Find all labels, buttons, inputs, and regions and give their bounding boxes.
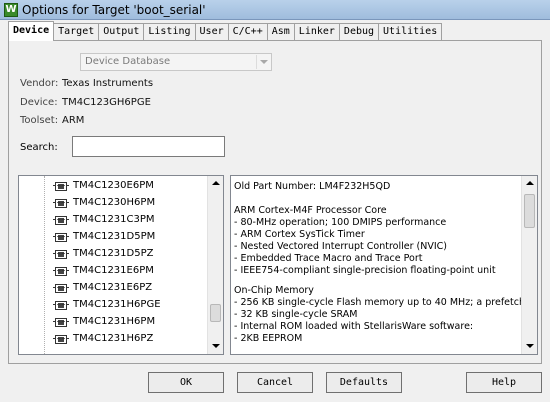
- tab-target[interactable]: Target: [53, 23, 100, 41]
- chip-icon: [53, 318, 69, 327]
- scrollbar-thumb[interactable]: [210, 304, 221, 322]
- tree-item[interactable]: TM4C1231C3PM: [53, 213, 205, 229]
- vendor-label: Vendor:: [20, 78, 59, 89]
- tab-device[interactable]: Device: [8, 21, 55, 41]
- tree-item[interactable]: TM4C1231H6PGE: [53, 298, 205, 314]
- description-line: - 80-MHz operation; 100 DMIPS performanc…: [234, 217, 447, 228]
- description-line: ARM Cortex-M4F Processor Core: [234, 205, 387, 216]
- ok-button[interactable]: OK: [148, 372, 224, 393]
- description-line: - IEEE754-compliant single-precision flo…: [234, 265, 496, 276]
- tree-item-label: TM4C1231C3PM: [73, 214, 155, 225]
- keil-uvision-icon: W: [4, 3, 18, 17]
- chip-icon: [53, 267, 69, 276]
- title-bar[interactable]: W Options for Target 'boot_serial': [0, 0, 550, 20]
- description-line: - Internal ROM loaded with StellarisWare…: [234, 321, 474, 332]
- scrollbar-thumb[interactable]: [524, 194, 535, 228]
- device-value: TM4C123GH6PGE: [62, 97, 151, 108]
- chip-icon: [53, 233, 69, 242]
- tree-item[interactable]: TM4C1231D5PZ: [53, 247, 205, 263]
- tree-item[interactable]: TM4C1231D5PM: [53, 230, 205, 246]
- tree-item-label: TM4C1230E6PM: [73, 180, 154, 191]
- chip-icon: [53, 216, 69, 225]
- description-line: - 32 KB single-cycle SRAM: [234, 309, 358, 320]
- tab-utilities[interactable]: Utilities: [378, 23, 443, 41]
- device-tree[interactable]: TM4C1230E6PM TM4C1230H6PM TM4C1231C3PM T…: [18, 175, 224, 355]
- chevron-down-icon[interactable]: [256, 55, 270, 69]
- device-label: Device:: [20, 97, 58, 108]
- description-line: - Nested Vectored Interrupt Controller (…: [234, 241, 447, 252]
- scroll-down-arrow-icon[interactable]: [522, 339, 537, 354]
- scroll-down-arrow-icon[interactable]: [208, 339, 223, 354]
- search-input[interactable]: [72, 136, 225, 157]
- tree-item[interactable]: TM4C1231H6PZ: [53, 332, 205, 348]
- scroll-up-arrow-icon[interactable]: [208, 176, 223, 191]
- search-label: Search:: [20, 142, 58, 153]
- device-tree-scrollbar[interactable]: [207, 176, 223, 354]
- device-description-box[interactable]: Old Part Number: LM4F232H5QD ARM Cortex-…: [230, 175, 538, 355]
- tab-listing[interactable]: Listing: [143, 23, 196, 41]
- tab-linker[interactable]: Linker: [293, 23, 340, 41]
- tab-user[interactable]: User: [194, 23, 229, 41]
- help-button[interactable]: Help: [466, 372, 542, 393]
- vendor-value: Texas Instruments: [62, 78, 154, 89]
- toolset-value: ARM: [62, 115, 85, 126]
- tab-c-cpp[interactable]: C/C++: [227, 23, 268, 41]
- tree-item[interactable]: TM4C1231E6PM: [53, 264, 205, 280]
- tree-item-label: TM4C1231E6PM: [73, 265, 154, 276]
- toolset-label: Toolset:: [20, 115, 59, 126]
- tree-guide-line: [44, 176, 45, 354]
- tree-item[interactable]: TM4C1231E6PZ: [53, 281, 205, 297]
- tree-item-label: TM4C1231H6PGE: [73, 299, 161, 310]
- tree-item[interactable]: TM4C1230E6PM: [53, 179, 205, 195]
- tree-item-label: TM4C1230H6PM: [73, 197, 156, 208]
- tab-debug[interactable]: Debug: [338, 23, 380, 41]
- tree-item-label: TM4C1231E6PZ: [73, 282, 153, 293]
- chip-icon: [53, 182, 69, 191]
- window-title: Options for Target 'boot_serial': [22, 3, 206, 17]
- chip-icon: [53, 250, 69, 259]
- chip-icon: [53, 199, 69, 208]
- description-scrollbar[interactable]: [521, 176, 537, 354]
- tree-item[interactable]: TM4C1230H6PM: [53, 196, 205, 212]
- defaults-button[interactable]: Defaults: [326, 372, 402, 393]
- tab-output[interactable]: Output: [98, 23, 145, 41]
- chip-icon: [53, 301, 69, 310]
- chip-icon: [53, 284, 69, 293]
- description-line: On-Chip Memory: [234, 285, 314, 296]
- tab-asm[interactable]: Asm: [266, 23, 295, 41]
- description-line: - Embedded Trace Macro and Trace Port: [234, 253, 423, 264]
- chip-icon: [53, 335, 69, 344]
- tree-item-label: TM4C1231D5PZ: [73, 248, 154, 259]
- tree-item-label: TM4C1231H6PM: [73, 316, 156, 327]
- description-line: - 2KB EEPROM: [234, 333, 303, 344]
- description-line: Old Part Number: LM4F232H5QD: [234, 181, 391, 192]
- scroll-up-arrow-icon[interactable]: [522, 176, 537, 191]
- description-line: - 256 KB single-cycle Flash memory up to…: [234, 297, 538, 308]
- tree-item-label: TM4C1231D5PM: [73, 231, 156, 242]
- cancel-button[interactable]: Cancel: [237, 372, 313, 393]
- tree-item[interactable]: TM4C1231H6PM: [53, 315, 205, 331]
- tree-item-label: TM4C1231H6PZ: [73, 333, 154, 344]
- description-line: - ARM Cortex SysTick Timer: [234, 229, 365, 240]
- device-database-value: Device Database: [85, 56, 171, 67]
- device-database-select[interactable]: Device Database: [80, 53, 272, 71]
- tab-strip: Device Target Output Listing User C/C++ …: [8, 21, 443, 41]
